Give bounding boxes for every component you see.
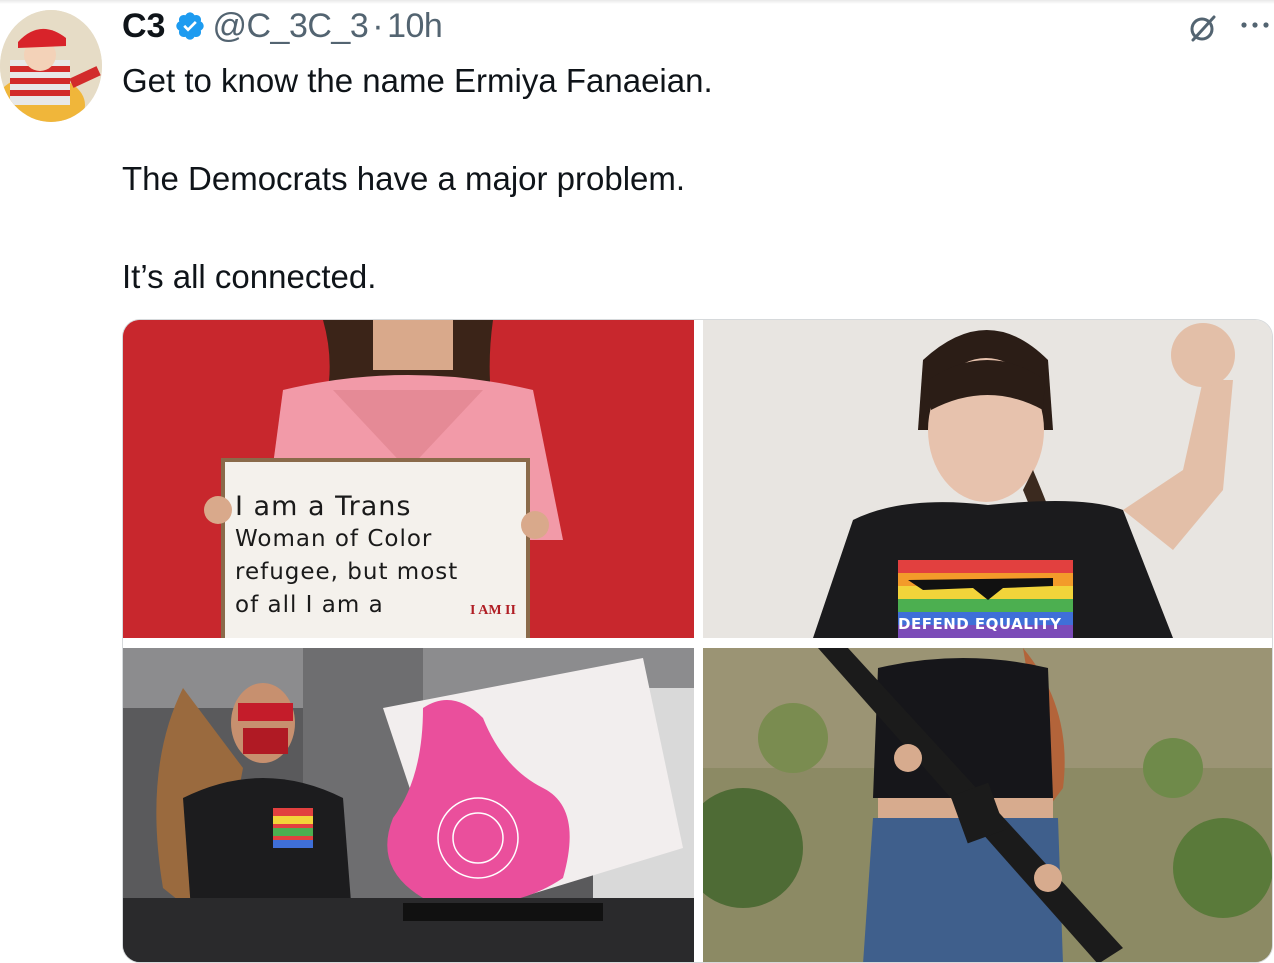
top-divider [0, 0, 1274, 4]
sign-line: I am a Trans [235, 491, 412, 522]
grok-icon[interactable] [1186, 11, 1220, 45]
verified-badge-icon[interactable] [174, 10, 206, 42]
tweet-text-line: The Democrats have a major problem. [122, 160, 686, 197]
photo-2[interactable]: DEFEND EQUALITY [703, 320, 1272, 638]
tweet-timestamp[interactable]: 10h [387, 7, 443, 46]
shirt-text: DEFEND EQUALITY [898, 615, 1062, 633]
tweet-text: Get to know the name Ermiya Fanaeian. Th… [122, 56, 1222, 301]
photo-4[interactable] [703, 648, 1272, 962]
photo-1[interactable]: I am a Trans Woman of Color refugee, but… [123, 320, 694, 638]
tweet-text-line: It’s all connected. [122, 258, 377, 295]
photo-3[interactable] [123, 648, 694, 962]
sign-line: refugee, but most [235, 559, 459, 585]
author-avatar[interactable] [0, 10, 102, 122]
sign-logo: I AM II [470, 603, 516, 618]
sign-line: Woman of Color [235, 526, 433, 552]
author-name[interactable]: C3 [122, 7, 165, 46]
tweet-header: C3 @C_3C_3 · 10h [122, 6, 443, 46]
media-grid: I am a Trans Woman of Color refugee, but… [122, 319, 1273, 963]
author-handle[interactable]: @C_3C_3 [212, 7, 368, 46]
more-dots-icon[interactable] [1240, 18, 1270, 30]
tweet-text-line: Get to know the name Ermiya Fanaeian. [122, 62, 713, 99]
separator-dot: · [372, 6, 384, 45]
